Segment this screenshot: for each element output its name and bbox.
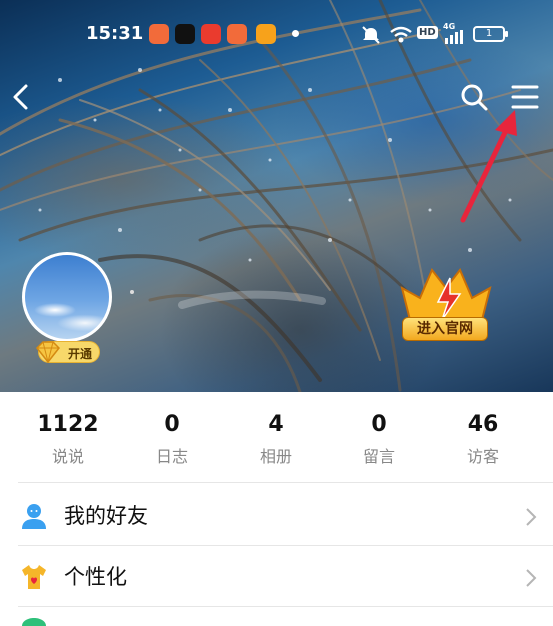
video-app-notification-icon xyxy=(201,24,221,44)
stat-label: 说说 xyxy=(51,447,84,466)
vip-open-badge[interactable]: 开通 xyxy=(35,341,100,364)
divider xyxy=(18,606,553,607)
taobao-notification-icon xyxy=(256,24,276,44)
menu-item-personalization[interactable]: 个性化 xyxy=(0,547,553,607)
stat-shuoshuo[interactable]: 1122 说说 xyxy=(18,412,118,467)
stat-label: 留言 xyxy=(362,447,395,466)
divider xyxy=(18,545,553,546)
vip-open-label: 开通 xyxy=(68,347,93,361)
stat-visitors[interactable]: 46 访客 xyxy=(433,412,533,467)
notification-app-icon-2 xyxy=(227,24,247,44)
stat-blog[interactable]: 0 日志 xyxy=(122,412,222,467)
stat-value: 1122 xyxy=(37,412,99,437)
battery-indicator: 1 xyxy=(473,26,508,42)
hd-voice-badge: HD xyxy=(417,26,438,39)
mute-bell-icon xyxy=(362,26,380,44)
notification-app-icon xyxy=(149,24,169,44)
chevron-right-icon xyxy=(526,508,537,526)
stat-value: 0 xyxy=(164,412,180,437)
stat-album[interactable]: 4 相册 xyxy=(226,412,326,467)
menu-item-label: 个性化 xyxy=(64,565,127,589)
next-menu-item-icon-partial xyxy=(22,618,46,626)
profile-header-cover: 15:31 HD 4G 1 开通 进入官网 xyxy=(0,0,553,392)
divider xyxy=(18,482,553,483)
username-redacted xyxy=(130,285,326,311)
stat-messages[interactable]: 0 留言 xyxy=(329,412,429,467)
stat-label: 访客 xyxy=(466,447,499,466)
diamond-icon xyxy=(35,341,61,364)
stat-label: 相册 xyxy=(259,447,292,466)
status-bar: 15:31 HD 4G 1 xyxy=(0,20,553,50)
back-button[interactable] xyxy=(8,82,34,112)
menu-item-label: 我的好友 xyxy=(64,504,148,528)
official-site-button[interactable]: 进入官网 xyxy=(402,317,488,341)
chevron-right-icon xyxy=(526,569,537,587)
stat-value: 0 xyxy=(371,412,387,437)
annotation-arrow xyxy=(460,110,517,223)
stat-value: 46 xyxy=(467,412,499,437)
stat-label: 日志 xyxy=(155,447,188,466)
wifi-icon xyxy=(390,26,412,43)
avatar[interactable] xyxy=(22,252,112,342)
tiktok-notification-icon xyxy=(175,24,195,44)
hamburger-menu-icon[interactable] xyxy=(511,84,539,110)
stats-bar: 1122 说说 0 日志 4 相册 0 留言 46 访客 xyxy=(0,392,553,482)
more-notifications-dot xyxy=(292,30,299,37)
status-time: 15:31 xyxy=(86,23,144,44)
signal-bars-icon xyxy=(445,30,463,44)
menu-item-my-friends[interactable]: 我的好友 xyxy=(0,486,553,546)
friend-person-icon xyxy=(22,504,46,529)
tshirt-heart-icon xyxy=(22,565,46,589)
stat-value: 4 xyxy=(268,412,284,437)
